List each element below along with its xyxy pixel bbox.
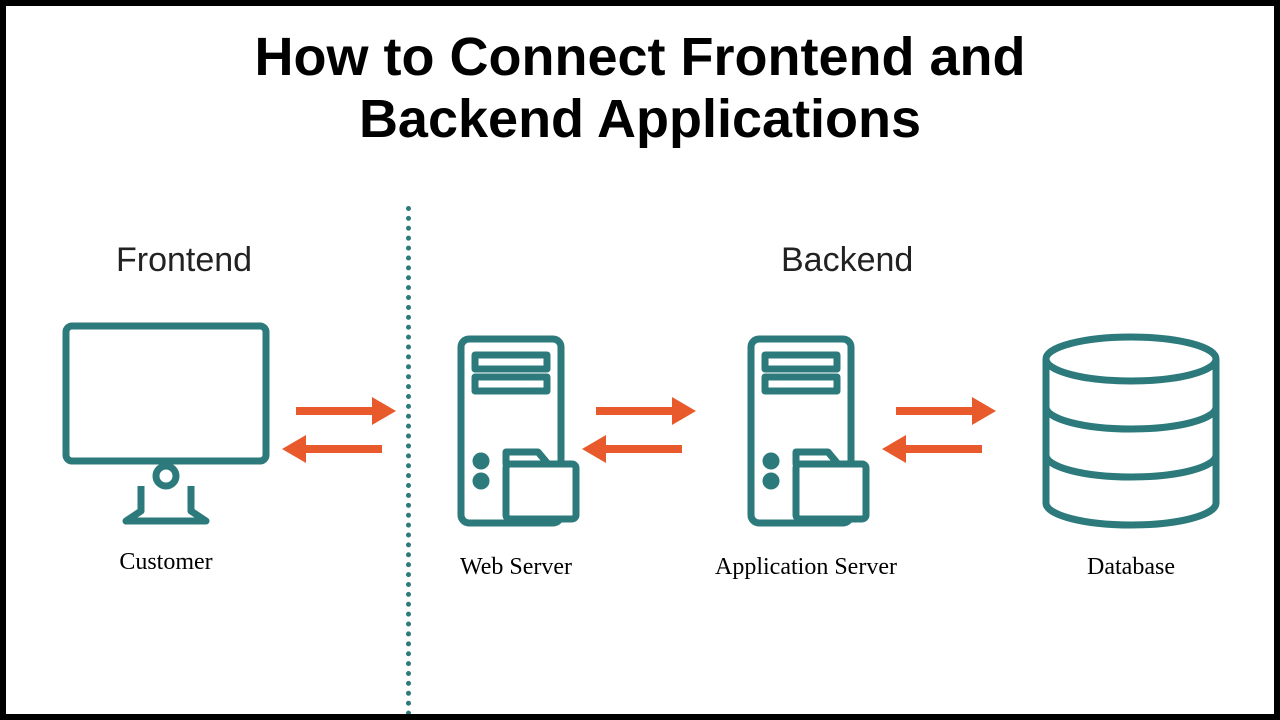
- customer-label: Customer: [56, 549, 276, 576]
- arrows-appserver-database: [896, 401, 1016, 481]
- monitor-icon: [56, 316, 276, 526]
- database-icon: [1031, 331, 1231, 531]
- server-icon: [441, 331, 591, 531]
- app-server-node: Application Server: [706, 331, 906, 581]
- web-server-node: Web Server: [426, 331, 606, 581]
- database-label: Database: [1021, 554, 1241, 581]
- title-line-1: How to Connect Frontend and: [255, 27, 1026, 87]
- backend-section-label: Backend: [781, 241, 913, 280]
- title-line-2: Backend Applications: [359, 89, 921, 149]
- database-node: Database: [1021, 331, 1241, 581]
- page-title: How to Connect Frontend and Backend Appl…: [6, 26, 1274, 150]
- arrows-customer-webserver: [296, 401, 416, 481]
- web-server-label: Web Server: [426, 554, 606, 581]
- customer-node: Customer: [56, 316, 276, 576]
- arrows-webserver-appserver: [596, 401, 716, 481]
- app-server-label: Application Server: [706, 554, 906, 581]
- server-icon: [731, 331, 881, 531]
- frontend-section-label: Frontend: [116, 241, 252, 280]
- diagram-frame: How to Connect Frontend and Backend Appl…: [0, 0, 1280, 720]
